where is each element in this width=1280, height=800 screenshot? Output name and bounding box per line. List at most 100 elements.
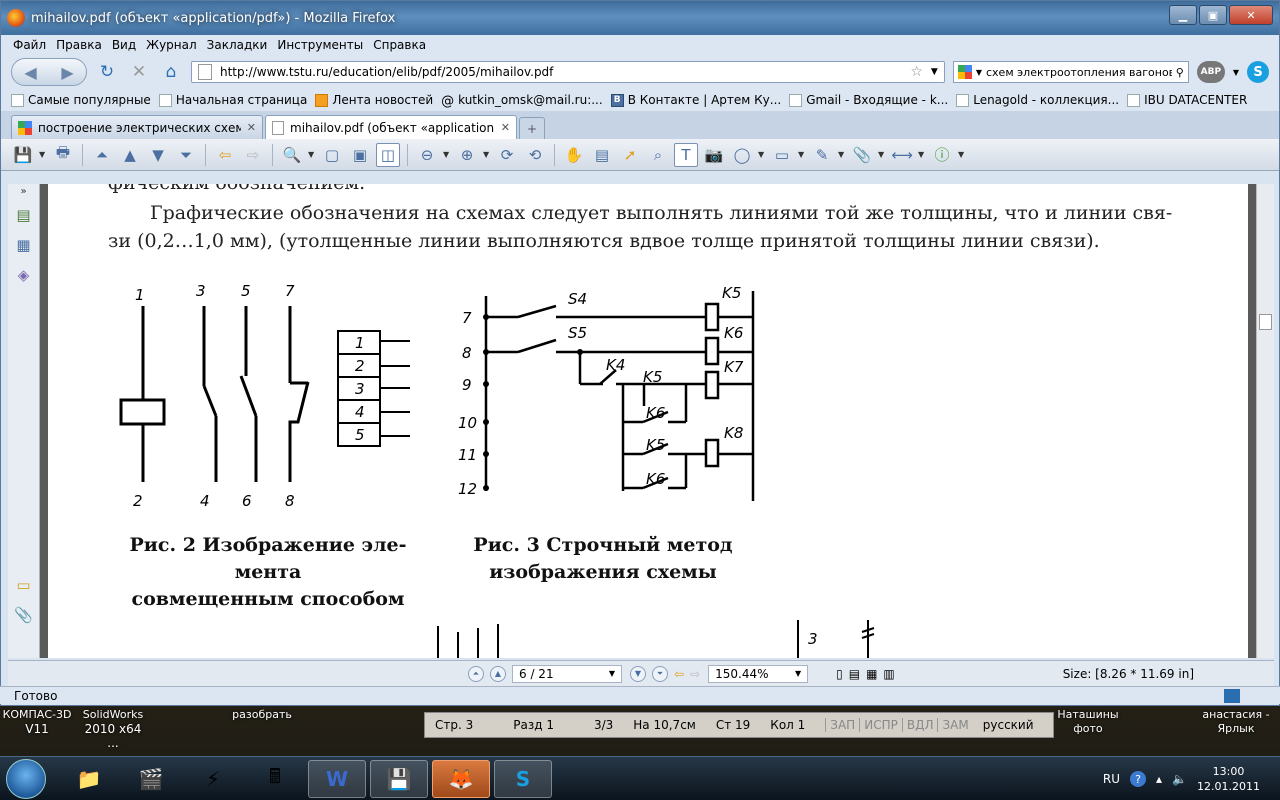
zoom-in-dropdown-icon[interactable]: ▼ [483,150,491,159]
nav-back-icon[interactable]: ⇦ [674,667,684,681]
bookmark-gmail[interactable]: Gmail - Входящие - k... [789,93,948,107]
home-icon[interactable]: ⌂ [159,60,183,84]
minimize-button[interactable]: ▁ [1169,5,1197,25]
pages-panel-icon[interactable]: ▤ [13,203,35,227]
save-dropdown-icon[interactable]: ▼ [39,150,47,159]
bookmark-mail[interactable]: @ kutkin_omsk@mail.ru:... [441,93,603,109]
note-dropdown-icon[interactable]: ▼ [838,150,846,159]
single-page-icon[interactable]: ▯ [836,667,843,681]
page-number-field[interactable]: 6 / 21 ▼ [512,664,622,683]
hand-tool-icon[interactable]: ✋ [562,143,586,167]
rotate-icon[interactable]: ⟳ [495,143,519,167]
desktop-icon-photos[interactable]: Наташины фото [1052,708,1124,736]
clock[interactable]: 13:00 12.01.2011 [1197,764,1260,794]
continuous-facing-icon[interactable]: ▥ [883,667,894,681]
fit-width-icon[interactable]: ◫ [376,142,400,167]
note-icon[interactable]: ✎ [810,143,834,167]
taskbar-calculator[interactable]: 🖩 [246,760,304,798]
circle-tool-icon[interactable]: ◯ [730,143,754,167]
print-icon[interactable]: 🖶 [51,143,75,167]
text-box-dropdown-icon[interactable]: ▼ [798,150,806,159]
go-forward-icon[interactable]: ⇨ [241,143,265,167]
desktop-icon-razobrat[interactable]: разобрать [226,708,298,722]
bookmark-vkontakte[interactable]: BВ Контакте | Артем Ку... [610,93,781,107]
search-input[interactable]: схем электроотопления вагонов [986,66,1172,79]
page-dropdown-icon[interactable]: ▼ [609,669,615,678]
bookmark-start-page[interactable]: Начальная страница [158,93,307,107]
menu-view[interactable]: Вид [112,38,136,52]
taskbar-skype[interactable]: S [494,760,552,798]
bookmark-news-feed[interactable]: Лента новостей [315,93,433,107]
continuous-page-icon[interactable]: ▤ [849,667,860,681]
next-page-icon[interactable]: ▼ [146,143,170,167]
title-bar[interactable]: mihailov.pdf (объект «application/pdf») … [1,1,1279,35]
comments-panel-icon[interactable]: ▭ [13,573,35,597]
bookmark-lenagold[interactable]: Lenagold - коллекция... [956,93,1119,107]
zoom-in-icon[interactable]: ⊕ [455,143,479,167]
previous-page-button[interactable]: ▲ [490,665,506,682]
search-icon[interactable]: ⚲ [1176,66,1184,79]
attachment-dropdown-icon[interactable]: ▼ [878,150,886,159]
info-icon[interactable]: ⓘ [930,143,954,167]
camera-icon[interactable]: 📷 [702,143,726,167]
previous-page-icon[interactable]: ▲ [118,143,142,167]
status-addon-icon[interactable] [1224,688,1240,703]
first-page-icon[interactable]: ⏶ [90,143,114,167]
close-tab-icon[interactable]: ✕ [501,121,510,134]
help-icon[interactable]: ? [1130,771,1147,787]
back-arrow-icon[interactable]: ◀ [24,63,36,82]
menu-tools[interactable]: Инструменты [277,38,363,52]
taskbar-firefox[interactable]: 🦊 [432,760,490,798]
facing-pages-icon[interactable]: ▦ [866,667,877,681]
maximize-button[interactable]: ▣ [1199,5,1227,25]
skype-icon[interactable]: S [1247,61,1269,83]
menu-history[interactable]: Журнал [146,38,197,52]
volume-icon[interactable]: 🔈 [1172,772,1187,786]
taskbar-explorer[interactable]: 📁 [60,760,118,798]
tab-electrical-schemes[interactable]: построение электрических схем в... ✕ [11,115,263,139]
vertical-scrollbar[interactable] [1256,184,1274,658]
save-icon[interactable]: 💾 [11,143,35,167]
google-icon[interactable] [957,65,972,79]
circle-dropdown-icon[interactable]: ▼ [758,150,766,159]
measure-dropdown-icon[interactable]: ▼ [918,150,926,159]
search-bar[interactable]: ▼ схем электроотопления вагонов ⚲ [952,61,1189,83]
info-dropdown-icon[interactable]: ▼ [958,150,966,159]
menu-help[interactable]: Справка [373,38,426,52]
desktop-icon-anastasia[interactable]: анастасия - Ярлык [1196,708,1276,736]
tray-expand-icon[interactable]: ▴ [1156,772,1162,786]
nav-forward-icon[interactable]: ⇨ [690,667,700,681]
desktop-icon-solidworks[interactable]: SolidWorks 2010 x64 ... [78,708,148,750]
menu-bookmarks[interactable]: Закладки [207,38,268,52]
fit-page-icon[interactable]: ▣ [348,143,372,167]
bookmark-star-icon[interactable]: ☆ [910,64,923,80]
url-bar[interactable]: http://www.tstu.ru/education/elib/pdf/20… [191,61,945,83]
zoom-out-dropdown-icon[interactable]: ▼ [443,150,451,159]
menu-edit[interactable]: Правка [56,38,102,52]
text-box-icon[interactable]: ▭ [770,143,794,167]
text-select-icon[interactable]: T [674,142,698,167]
zoom-dropdown-icon[interactable]: ▼ [795,669,801,678]
expand-sidebar-icon[interactable]: » [8,184,39,197]
next-page-button[interactable]: ▼ [630,665,646,682]
snapshot-icon[interactable]: ▤ [590,143,614,167]
taskbar-winamp[interactable]: ⚡ [184,760,242,798]
close-tab-icon[interactable]: ✕ [247,121,256,134]
zoom-out-icon[interactable]: ⊖ [415,143,439,167]
stop-icon[interactable]: ✕ [127,60,151,84]
bookmark-popular[interactable]: Самые популярные [11,93,151,107]
select-arrow-icon[interactable]: ➚ [618,143,642,167]
go-back-icon[interactable]: ⇦ [213,143,237,167]
zoom-icon[interactable]: 🔍 [280,143,304,167]
actual-size-icon[interactable]: ▢ [320,143,344,167]
zoom-dropdown-icon[interactable]: ▼ [308,150,316,159]
scrollbar-thumb[interactable] [1259,314,1272,330]
attachments-panel-icon[interactable]: 📎 [13,603,35,627]
taskbar-word[interactable]: W [308,760,366,798]
attachment-icon[interactable]: 📎 [850,143,874,167]
adblock-dropdown-icon[interactable]: ▼ [1233,68,1239,77]
forward-arrow-icon[interactable]: ▶ [61,63,73,82]
zoom-field[interactable]: 150.44% ▼ [708,664,809,683]
reload-icon[interactable]: ↻ [95,60,119,84]
taskbar-kompas[interactable]: 💾 [370,760,428,798]
